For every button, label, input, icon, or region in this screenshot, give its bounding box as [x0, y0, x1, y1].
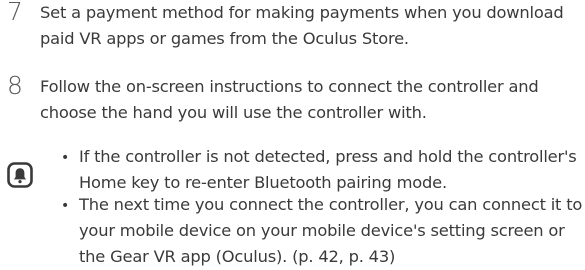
bullet-marker: • [61, 150, 70, 166]
step-number: 7 [7, 0, 23, 26]
step-text: Follow the on-screen instructions to con… [40, 77, 539, 122]
note-item-text: If the controller is not detected, press… [79, 147, 577, 192]
step-text: Set a payment method for making payments… [40, 3, 564, 48]
bell-icon [7, 162, 33, 188]
step-number: 8 [7, 71, 23, 100]
bullet-marker: • [61, 198, 70, 214]
note-item-text: The next time you connect the controller… [79, 195, 583, 266]
